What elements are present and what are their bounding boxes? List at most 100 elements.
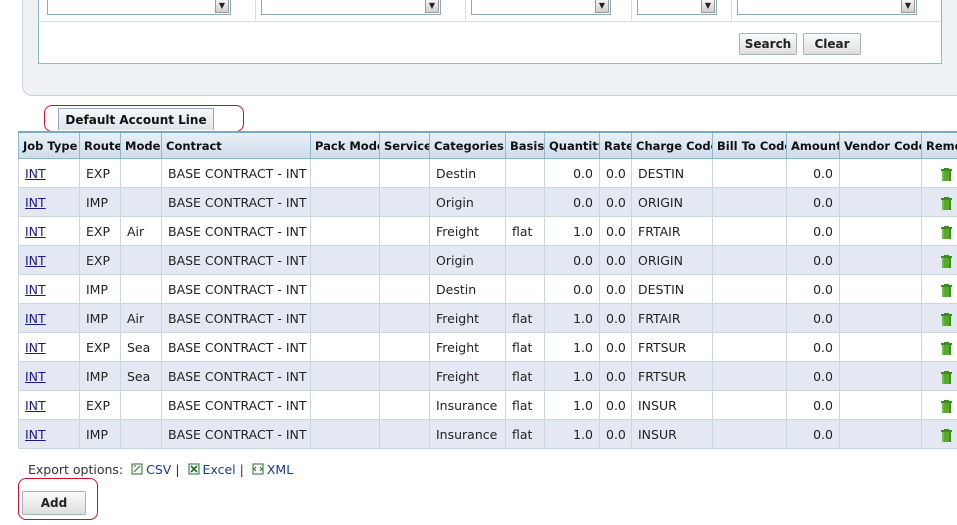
job-type-link[interactable]: INT [25, 427, 46, 442]
dropdown-arrow-icon[interactable]: ▼ [215, 0, 229, 13]
trash-icon[interactable] [941, 428, 952, 442]
table-cell [379, 332, 430, 362]
export-csv-link[interactable]: CSV [146, 462, 171, 477]
job-type-link[interactable]: INT [25, 340, 46, 355]
table-cell: INT [18, 419, 80, 449]
excel-icon[interactable] [188, 463, 200, 475]
table-cell [505, 274, 545, 304]
xml-icon[interactable] [252, 463, 264, 475]
column-header[interactable]: Amount [786, 131, 840, 159]
table-cell [839, 390, 922, 420]
trash-icon[interactable] [941, 254, 952, 268]
table-cell [839, 332, 922, 362]
column-header[interactable]: Quantity [544, 131, 600, 159]
filter-select-5[interactable]: ▼ [737, 0, 917, 15]
table-cell [120, 419, 162, 449]
column-header[interactable]: Pack Mode [310, 131, 380, 159]
table-cell [310, 158, 380, 188]
remove-cell [921, 419, 957, 449]
clear-button[interactable]: Clear [803, 33, 861, 55]
column-header[interactable]: Bill To Code [712, 131, 787, 159]
table-cell: Sea [120, 332, 162, 362]
search-form: ▼ ▼ ▼ ▼ ▼ Search Clear [38, 0, 942, 64]
job-type-link[interactable]: INT [25, 224, 46, 239]
trash-icon[interactable] [941, 225, 952, 239]
column-header[interactable]: Route [79, 131, 121, 159]
table-cell: 0.0 [544, 274, 600, 304]
job-type-link[interactable]: INT [25, 398, 46, 413]
job-type-link[interactable]: INT [25, 166, 46, 181]
column-header[interactable]: Vendor Code [839, 131, 922, 159]
table-cell [379, 390, 430, 420]
table-cell: INT [18, 216, 80, 246]
table-cell: IMP [79, 361, 121, 391]
table-cell [839, 361, 922, 391]
table-cell: Freight [429, 332, 506, 362]
search-button[interactable]: Search [739, 33, 797, 55]
dropdown-arrow-icon[interactable]: ▼ [701, 0, 715, 13]
dropdown-arrow-icon[interactable]: ▼ [425, 0, 439, 13]
table-cell [379, 303, 430, 333]
export-excel-link[interactable]: Excel [203, 462, 236, 477]
job-type-link[interactable]: INT [25, 311, 46, 326]
table-cell: 1.0 [544, 419, 600, 449]
job-type-link[interactable]: INT [25, 282, 46, 297]
table-cell: 0.0 [599, 245, 632, 275]
filter-select-3[interactable]: ▼ [471, 0, 611, 15]
column-header[interactable]: Charge Code [631, 131, 713, 159]
column-header[interactable]: Basis [505, 131, 545, 159]
export-separator: | [175, 462, 180, 477]
filter-select-1[interactable]: ▼ [47, 0, 231, 15]
trash-icon[interactable] [941, 312, 952, 326]
column-header[interactable]: Rate [599, 131, 632, 159]
trash-icon[interactable] [941, 370, 952, 384]
table-cell: 0.0 [786, 187, 840, 217]
table-cell: 0.0 [599, 332, 632, 362]
column-header[interactable]: Service [379, 131, 430, 159]
table-cell [839, 303, 922, 333]
trash-icon[interactable] [941, 167, 952, 181]
table-cell [120, 274, 162, 304]
trash-icon[interactable] [941, 341, 952, 355]
dropdown-arrow-icon[interactable]: ▼ [595, 0, 609, 13]
dropdown-arrow-icon[interactable]: ▼ [901, 0, 915, 13]
remove-cell [921, 303, 957, 333]
job-type-link[interactable]: INT [25, 195, 46, 210]
table-cell [379, 245, 430, 275]
table-cell: DESTIN [631, 274, 713, 304]
table-cell [310, 390, 380, 420]
export-xml-link[interactable]: XML [267, 462, 293, 477]
column-header[interactable]: Job Type [18, 131, 80, 159]
job-type-link[interactable]: INT [25, 253, 46, 268]
column-header[interactable]: Contract [161, 131, 311, 159]
table-cell: INSUR [631, 419, 713, 449]
remove-cell [921, 274, 957, 304]
table-cell: BASE CONTRACT - INT [161, 216, 311, 246]
table-row: INT EXP Sea BASE CONTRACT - INT Freight flat 1… [18, 332, 957, 362]
trash-icon[interactable] [941, 196, 952, 210]
column-header[interactable]: Categories [429, 131, 506, 159]
table-cell: DESTIN [631, 158, 713, 188]
highlight-ring-add [18, 478, 98, 520]
column-header[interactable]: Mode [120, 131, 162, 159]
filter-select-2[interactable]: ▼ [261, 0, 441, 15]
table-cell: Air [120, 216, 162, 246]
table-cell: flat [505, 390, 545, 420]
table-cell: flat [505, 332, 545, 362]
table-cell: INT [18, 245, 80, 275]
csv-icon[interactable] [131, 463, 143, 475]
filter-select-4[interactable]: ▼ [637, 0, 717, 15]
table-cell [120, 158, 162, 188]
table-cell: IMP [79, 419, 121, 449]
job-type-link[interactable]: INT [25, 369, 46, 384]
trash-icon[interactable] [941, 399, 952, 413]
table-cell: flat [505, 419, 545, 449]
table-cell: 0.0 [599, 390, 632, 420]
table-row: INT IMP BASE CONTRACT - INT Destin 0.0 0.0 DES… [18, 274, 957, 304]
remove-cell [921, 390, 957, 420]
column-header[interactable]: Remo [921, 131, 957, 159]
trash-icon[interactable] [941, 283, 952, 297]
table-cell [712, 303, 787, 333]
table-cell [839, 158, 922, 188]
table-row: INT IMP BASE CONTRACT - INT Origin 0.0 0.0 ORI… [18, 187, 957, 217]
